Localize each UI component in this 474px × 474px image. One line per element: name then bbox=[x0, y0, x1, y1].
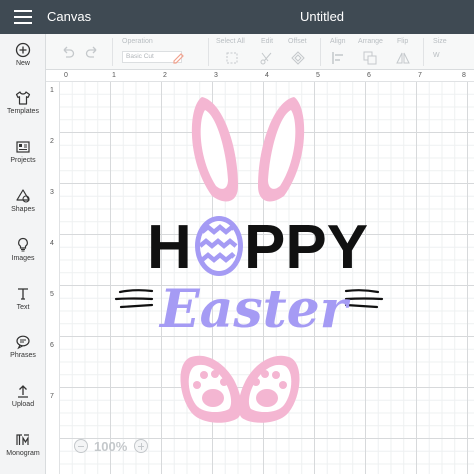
vertical-ruler: 1 2 3 4 5 6 7 bbox=[46, 82, 60, 474]
sidebar-item-templates[interactable]: Templates bbox=[0, 90, 46, 138]
color-swatch-icon[interactable] bbox=[171, 50, 185, 64]
arrange-label: Arrange bbox=[358, 38, 383, 45]
ruler-tick: 1 bbox=[50, 87, 54, 94]
projects-icon bbox=[16, 141, 30, 153]
zoom-control: 100% bbox=[74, 439, 152, 455]
sidebar-item-shapes[interactable]: Shapes bbox=[0, 188, 46, 236]
sidebar-item-new[interactable]: New bbox=[0, 42, 46, 90]
text-icon bbox=[18, 288, 28, 300]
sidebar-item-label: Text bbox=[16, 304, 30, 311]
ruler-tick: 1 bbox=[112, 72, 116, 79]
document-title[interactable]: Untitled bbox=[0, 9, 474, 24]
width-label[interactable]: W bbox=[433, 52, 440, 59]
hoppy-text[interactable]: H PPY bbox=[147, 213, 368, 282]
offset-icon[interactable] bbox=[290, 50, 306, 66]
ruler-tick: 5 bbox=[316, 72, 320, 79]
scissors-icon[interactable] bbox=[258, 50, 274, 66]
sidebar-item-upload[interactable]: Upload bbox=[0, 383, 46, 431]
ruler-tick: 4 bbox=[265, 72, 269, 79]
sidebar-item-text[interactable]: Text bbox=[0, 286, 46, 334]
edit-toolbar: Operation Basic Cut Select All Edit Offs… bbox=[46, 34, 474, 70]
operation-label: Operation bbox=[122, 38, 153, 45]
sidebar-item-label: Monogram bbox=[6, 450, 40, 457]
toolbar-divider bbox=[320, 38, 321, 66]
sidebar-item-label: Projects bbox=[10, 157, 36, 164]
flip-icon[interactable] bbox=[395, 50, 411, 66]
ruler-tick: 0 bbox=[64, 72, 68, 79]
top-bar: Canvas Untitled bbox=[0, 0, 474, 34]
size-label: Size bbox=[433, 38, 447, 45]
sidebar-item-label: Templates bbox=[7, 108, 39, 115]
easter-egg-icon[interactable] bbox=[195, 216, 243, 276]
zoom-level: 100% bbox=[94, 439, 128, 454]
ruler-tick: 4 bbox=[50, 240, 54, 247]
ruler-tick: 2 bbox=[50, 138, 54, 145]
horizontal-ruler: 0 1 2 3 4 5 6 7 8 bbox=[46, 70, 474, 82]
ruler-tick: 8 bbox=[462, 72, 466, 79]
ruler-tick: 6 bbox=[367, 72, 371, 79]
offset-label: Offset bbox=[288, 38, 307, 45]
align-icon[interactable] bbox=[330, 50, 346, 66]
toolbar-divider bbox=[423, 38, 424, 66]
ruler-tick: 6 bbox=[50, 342, 54, 349]
monogram-icon bbox=[16, 434, 29, 445]
zoom-in-button[interactable] bbox=[134, 439, 148, 453]
shirt-icon bbox=[15, 91, 31, 105]
sidebar-item-monogram[interactable]: Monogram bbox=[0, 432, 46, 474]
hoppy-h: H bbox=[147, 213, 192, 282]
ruler-tick: 2 bbox=[163, 72, 167, 79]
align-label: Align bbox=[330, 38, 346, 45]
hoppy-ppy: PPY bbox=[244, 213, 368, 282]
easter-text[interactable]: Easter bbox=[158, 279, 351, 340]
plus-circle-icon bbox=[15, 42, 31, 58]
select-all-label: Select All bbox=[216, 38, 245, 45]
edit-label: Edit bbox=[261, 38, 274, 45]
sidebar-item-label: Upload bbox=[11, 401, 35, 408]
ruler-tick: 7 bbox=[418, 72, 422, 79]
redo-icon[interactable] bbox=[84, 44, 100, 60]
toolbar-divider bbox=[208, 38, 209, 66]
upload-icon bbox=[18, 385, 28, 398]
zoom-out-button[interactable] bbox=[74, 439, 88, 453]
toolbar-divider bbox=[112, 38, 113, 66]
sidebar-item-images[interactable]: Images bbox=[0, 237, 46, 285]
sidebar: New Templates Projects Shapes Images Tex… bbox=[0, 34, 46, 474]
sidebar-item-label: Images bbox=[11, 255, 35, 262]
undo-icon[interactable] bbox=[60, 44, 76, 60]
speech-bubble-icon bbox=[16, 335, 30, 350]
shapes-icon bbox=[16, 189, 30, 203]
flip-label: Flip bbox=[397, 38, 409, 45]
ruler-tick: 3 bbox=[50, 189, 54, 196]
ruler-tick: 7 bbox=[50, 393, 54, 400]
select-all-icon[interactable] bbox=[224, 50, 240, 66]
sidebar-item-projects[interactable]: Projects bbox=[0, 139, 46, 187]
sidebar-item-label: Phrases bbox=[10, 352, 36, 359]
arrange-icon[interactable] bbox=[362, 50, 378, 66]
sidebar-item-label: Shapes bbox=[11, 206, 35, 213]
sidebar-item-label: New bbox=[15, 60, 30, 67]
ruler-tick: 3 bbox=[214, 72, 218, 79]
ruler-tick: 5 bbox=[50, 291, 54, 298]
sidebar-item-phrases[interactable]: Phrases bbox=[0, 334, 46, 382]
bulb-icon bbox=[18, 237, 28, 252]
